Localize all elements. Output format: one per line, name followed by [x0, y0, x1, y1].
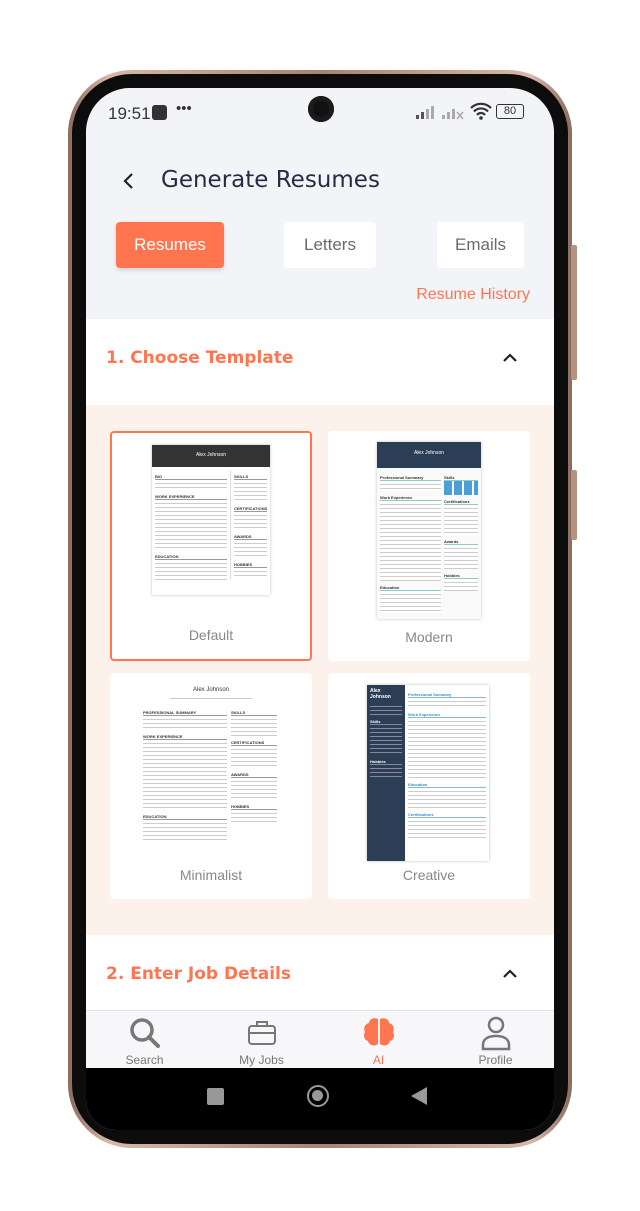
template-label: Default [188, 627, 234, 643]
search-icon [129, 1018, 160, 1048]
template-card-minimalist[interactable]: Alex Johnson PROFESSIONAL SUMMARY WORK E… [110, 673, 312, 899]
nav-search[interactable]: Search [86, 1011, 203, 1069]
status-time: 19:51 [108, 104, 151, 123]
battery-icon: 80 [496, 104, 524, 119]
template-card-modern[interactable]: Alex Johnson Professional Summary Work E… [328, 431, 530, 661]
bottom-nav: Search My Jobs AI Profile [86, 1010, 554, 1068]
system-nav-bar [86, 1068, 554, 1130]
chevron-up-icon[interactable] [502, 351, 518, 363]
job-details-header[interactable]: 2. Enter Job Details [86, 935, 554, 1010]
wifi-icon [470, 102, 492, 120]
nav-label: Search [125, 1053, 164, 1067]
stop-icon [152, 105, 167, 120]
power-button [571, 470, 577, 540]
screen: 19:51 ••• 80 Generate Resumes Resumes Le… [86, 88, 554, 1130]
camera-icon [308, 96, 334, 122]
battery-level: 80 [503, 105, 517, 117]
template-preview: Alex Johnson Skills Hobbies Professional… [367, 685, 489, 861]
nav-label: AI [372, 1053, 385, 1067]
tab-resumes[interactable]: Resumes [116, 222, 224, 268]
tab-letters[interactable]: Letters [284, 222, 376, 268]
resume-history-link[interactable]: Resume History [416, 286, 530, 304]
template-label: Modern [405, 629, 453, 645]
section-title: 2. Enter Job Details [106, 964, 291, 984]
template-grid: Alex Johnson BIO WORK EXPERIENCE EDUCATI… [86, 405, 554, 935]
preview-name: Alex Johnson [152, 445, 270, 467]
template-preview: Alex Johnson BIO WORK EXPERIENCE EDUCATI… [152, 445, 270, 595]
recents-button[interactable] [207, 1088, 224, 1105]
preview-name: Alex Johnson [192, 687, 230, 693]
briefcase-icon [247, 1021, 276, 1045]
nav-label: Profile [478, 1053, 513, 1067]
tab-emails[interactable]: Emails [437, 222, 524, 268]
back-button[interactable] [410, 1086, 428, 1106]
nav-profile[interactable]: Profile [437, 1011, 554, 1069]
more-icon: ••• [176, 100, 192, 117]
brain-icon [363, 1018, 394, 1046]
volume-button [571, 245, 577, 380]
choose-template-header[interactable]: 1. Choose Template [86, 319, 554, 405]
signal-icon [416, 106, 464, 120]
template-card-default[interactable]: Alex Johnson BIO WORK EXPERIENCE EDUCATI… [110, 431, 312, 661]
template-label: Minimalist [179, 867, 243, 883]
status-bar: 19:51 ••• 80 [86, 88, 554, 140]
page-title: Generate Resumes [161, 167, 380, 193]
nav-ai[interactable]: AI [320, 1011, 437, 1069]
section-title: 1. Choose Template [106, 348, 294, 368]
preview-name: Alex Johnson [370, 688, 391, 700]
template-card-creative[interactable]: Alex Johnson Skills Hobbies Professional… [328, 673, 530, 899]
preview-name: Alex Johnson [377, 442, 481, 468]
home-button[interactable] [307, 1085, 329, 1107]
chevron-up-icon[interactable] [502, 967, 518, 979]
template-label: Creative [402, 867, 456, 883]
user-icon [481, 1016, 510, 1051]
nav-my-jobs[interactable]: My Jobs [203, 1011, 320, 1069]
nav-label: My Jobs [239, 1053, 284, 1067]
template-preview: Alex Johnson PROFESSIONAL SUMMARY WORK E… [140, 685, 282, 855]
template-preview: Alex Johnson Professional Summary Work E… [377, 442, 481, 619]
chevron-left-icon[interactable] [122, 172, 136, 190]
